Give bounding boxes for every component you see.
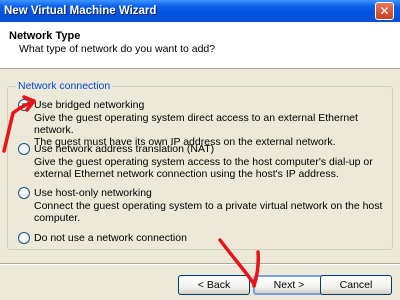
option-bridged: Use bridged networking Give the guest op… bbox=[18, 98, 388, 148]
description-line: external Ethernet network connection usi… bbox=[34, 168, 339, 180]
back-button[interactable]: < Back bbox=[178, 275, 250, 295]
description-line: Give the guest operating system direct a… bbox=[34, 112, 358, 136]
network-connection-group: Network connection Use bridged networkin… bbox=[7, 80, 393, 250]
page-subtitle: What type of network do you want to add? bbox=[19, 43, 216, 55]
option-nat: Use network address translation (NAT) Gi… bbox=[18, 142, 388, 180]
radio-row-bridged[interactable]: Use bridged networking bbox=[18, 98, 388, 111]
option-label[interactable]: Use host-only networking bbox=[34, 187, 152, 199]
footer-divider bbox=[0, 263, 400, 265]
page-title: Network Type bbox=[9, 30, 81, 42]
wizard-header: Network Type What type of network do you… bbox=[0, 22, 400, 69]
radio-row-no-network[interactable]: Do not use a network connection bbox=[18, 231, 388, 244]
cancel-button[interactable]: Cancel bbox=[320, 275, 392, 295]
radio-bridged[interactable] bbox=[18, 98, 30, 111]
option-host-only: Use host-only networking Connect the gue… bbox=[18, 186, 388, 224]
option-no-network: Do not use a network connection bbox=[18, 231, 388, 244]
description-line: computer. bbox=[34, 212, 81, 224]
option-label[interactable]: Use bridged networking bbox=[34, 99, 144, 111]
description-line: Connect the guest operating system to a … bbox=[34, 200, 383, 212]
radio-row-host-only[interactable]: Use host-only networking bbox=[18, 186, 388, 199]
option-description: Connect the guest operating system to a … bbox=[18, 200, 388, 224]
radio-no-network[interactable] bbox=[18, 231, 30, 244]
radio-nat[interactable] bbox=[18, 142, 30, 155]
close-icon[interactable]: ✕ bbox=[375, 2, 394, 20]
next-button[interactable]: Next > bbox=[253, 275, 325, 295]
option-description: Give the guest operating system access t… bbox=[18, 156, 388, 180]
window-title: New Virtual Machine Wizard bbox=[4, 5, 157, 17]
title-bar: New Virtual Machine Wizard ✕ bbox=[0, 0, 400, 22]
option-label[interactable]: Use network address translation (NAT) bbox=[34, 143, 214, 155]
description-line: Give the guest operating system access t… bbox=[34, 156, 373, 168]
option-label[interactable]: Do not use a network connection bbox=[34, 232, 187, 244]
group-label: Network connection bbox=[16, 80, 113, 92]
radio-row-nat[interactable]: Use network address translation (NAT) bbox=[18, 142, 388, 155]
radio-host-only[interactable] bbox=[18, 186, 30, 199]
